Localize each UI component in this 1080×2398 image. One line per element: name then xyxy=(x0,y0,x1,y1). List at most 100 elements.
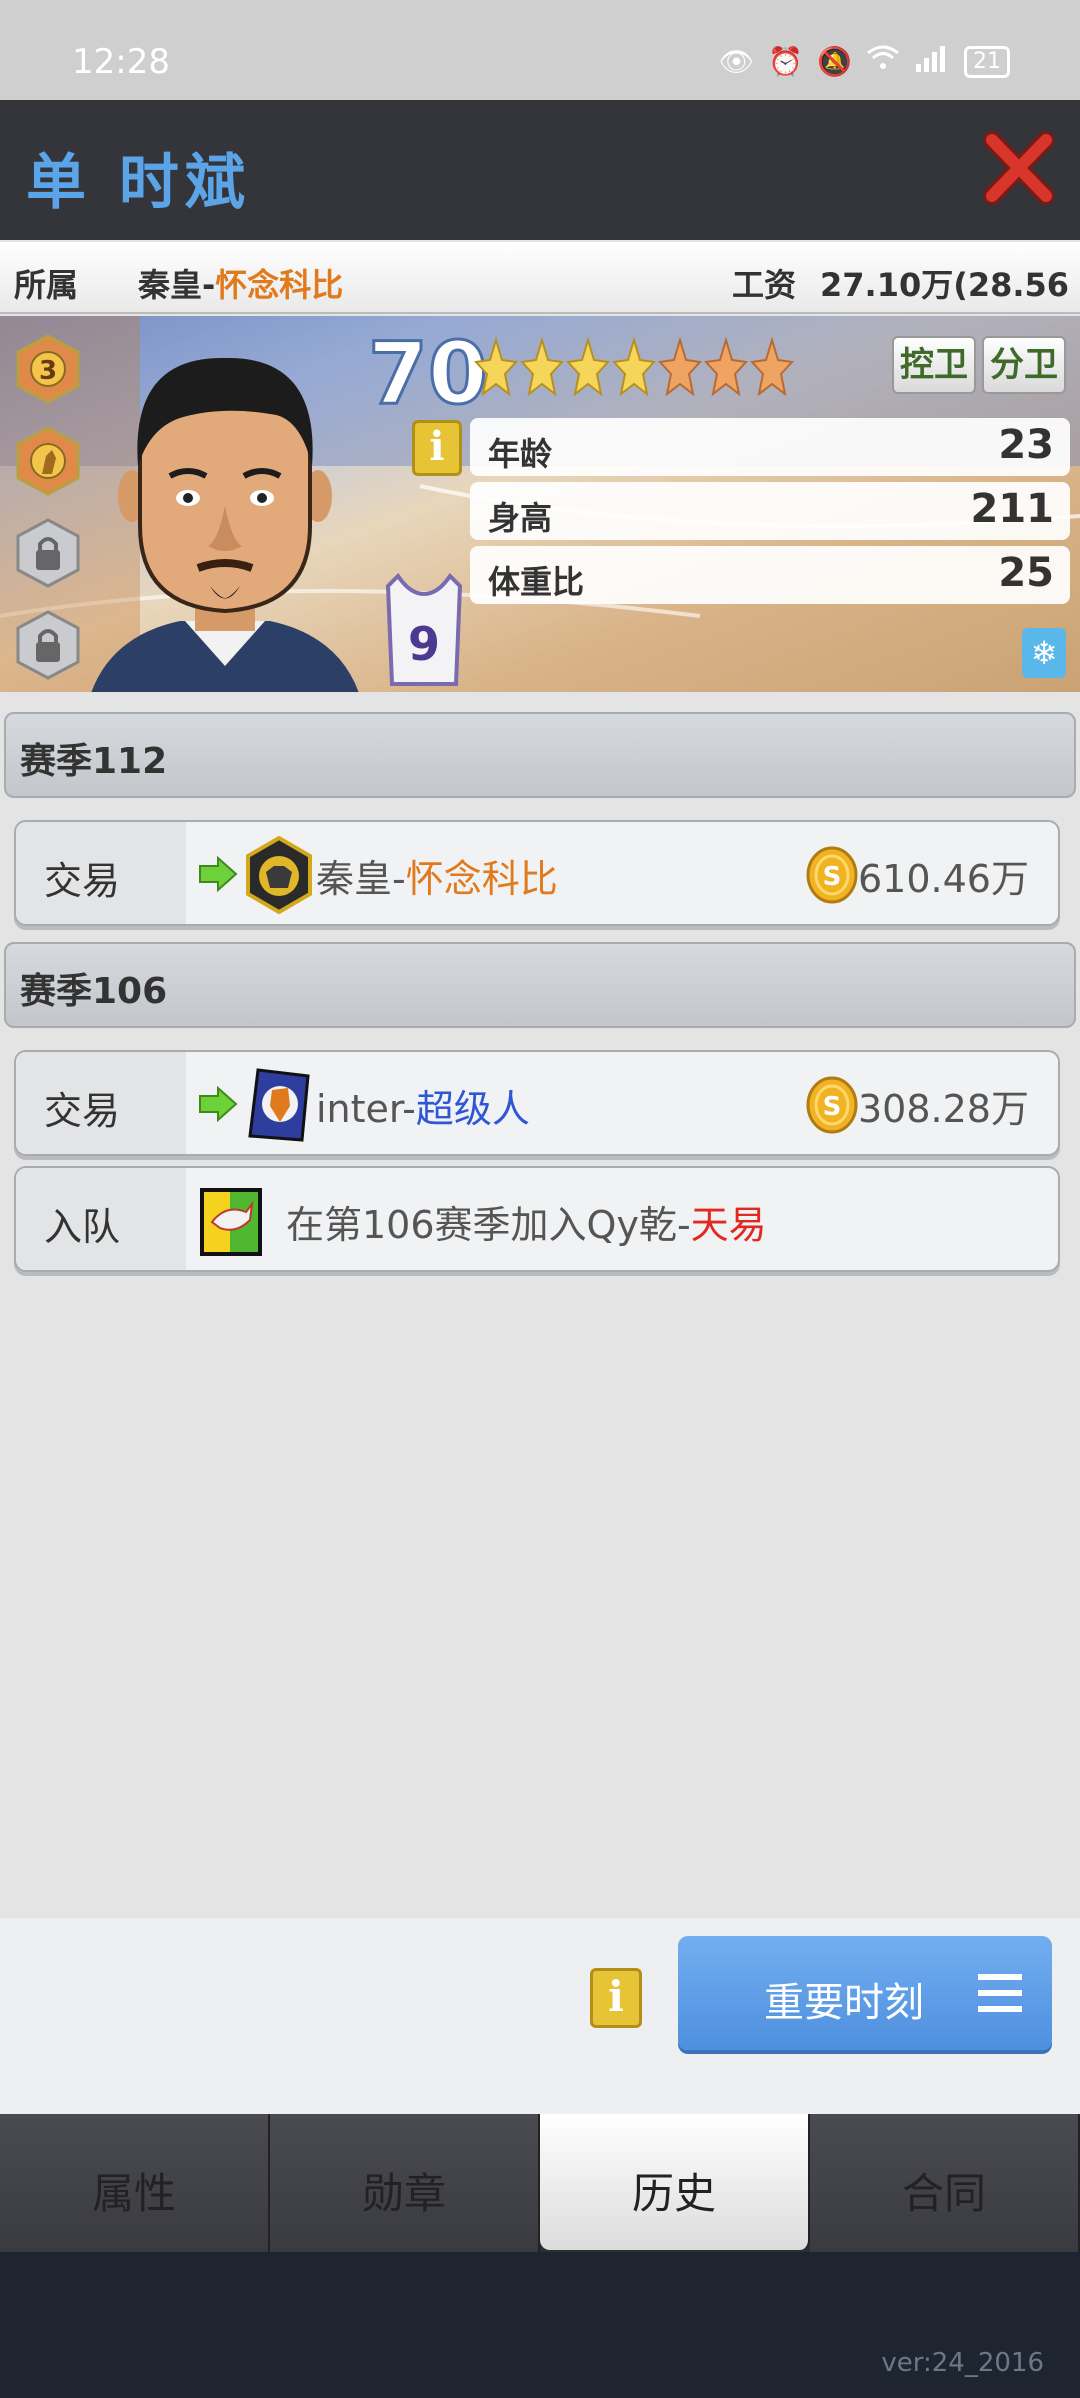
stat-label: 年龄 xyxy=(488,435,553,473)
stat-value: 211 xyxy=(970,486,1055,532)
team-owner: 秦皇 xyxy=(138,266,203,304)
entry-type-cell: 入队 xyxy=(16,1168,186,1270)
entry-separator: - xyxy=(402,1087,416,1131)
close-button[interactable] xyxy=(983,130,1055,206)
info-icon[interactable]: i xyxy=(590,1968,642,2028)
svg-text:S: S xyxy=(823,1092,842,1122)
stat-label: 身高 xyxy=(488,499,553,537)
info-icon[interactable]: i xyxy=(412,420,462,476)
entry-description[interactable]: inter-超级人 xyxy=(316,1078,530,1133)
svg-text:9: 9 xyxy=(408,617,440,671)
tab-attributes[interactable]: 属性 xyxy=(0,2114,270,2252)
history-entry[interactable]: 入队 在第106赛季加入Qy乾-天易 xyxy=(14,1166,1060,1272)
coin-icon: S xyxy=(806,1076,858,1134)
arrow-right-icon xyxy=(199,1086,238,1122)
menu-icon xyxy=(978,1974,1022,2012)
star-rating xyxy=(474,336,794,402)
tab-label: 属性 xyxy=(91,2169,176,2218)
season-title: 赛季112 xyxy=(20,741,168,782)
eye-icon: 👁 xyxy=(718,45,755,78)
star-filled-icon xyxy=(612,336,656,397)
salary-label: 工资 xyxy=(732,266,797,304)
player-header: 单 时斌 xyxy=(0,100,1080,240)
action-bar: i 重要时刻 xyxy=(0,1918,1080,2114)
stat-weight-ratio: 体重比 25 xyxy=(470,546,1070,604)
tab-history[interactable]: 历史 xyxy=(540,2114,810,2250)
entry-type-cell: 交易 xyxy=(16,1052,186,1154)
entry-amount: 610.46万 xyxy=(858,857,1029,901)
entry-owner: inter xyxy=(316,1087,403,1131)
entry-team: 超级人 xyxy=(415,1087,530,1131)
team-separator: - xyxy=(202,266,216,304)
version-label: ver:24_2016 xyxy=(881,2348,1044,2378)
stat-height: 身高 211 xyxy=(470,482,1070,540)
signal-icon xyxy=(914,44,950,79)
entry-separator: - xyxy=(676,1203,691,1247)
entry-type: 交易 xyxy=(44,859,121,903)
status-bar: 12:28 👁 ⏰ 🔕 21 xyxy=(0,0,1080,100)
tab-contract[interactable]: 合同 xyxy=(810,2114,1080,2252)
entry-team: 天易 xyxy=(690,1203,767,1247)
tab-label: 历史 xyxy=(631,2169,716,2218)
player-name: 单 时斌 xyxy=(26,148,251,218)
alarm-icon: ⏰ xyxy=(768,45,804,78)
arrow-right-icon xyxy=(199,856,238,892)
season-header: 赛季112 xyxy=(4,712,1076,798)
season-header: 赛季106 xyxy=(4,942,1076,1028)
entry-type-cell: 交易 xyxy=(16,822,186,924)
wifi-icon xyxy=(866,44,900,79)
stat-age: 年龄 23 xyxy=(470,418,1070,476)
close-icon xyxy=(983,131,1055,205)
status-time: 12:28 xyxy=(72,42,170,82)
stat-value: 25 xyxy=(998,550,1054,596)
entry-text: 在第106赛季加入Qy乾 xyxy=(286,1203,677,1247)
mute-icon: 🔕 xyxy=(817,45,852,78)
snowflake-icon[interactable]: ❄ xyxy=(1022,628,1066,678)
star-filled-icon xyxy=(474,336,518,397)
battery-icon: 21 xyxy=(964,45,1010,78)
svg-text:S: S xyxy=(823,862,842,892)
entry-owner: 秦皇 xyxy=(316,857,393,901)
key-moments-label: 重要时刻 xyxy=(764,1980,924,2026)
entry-team: 怀念科比 xyxy=(405,857,558,901)
key-moments-button[interactable]: 重要时刻 xyxy=(678,1936,1052,2050)
team-logo-icon xyxy=(200,1188,262,1256)
star-filled-icon xyxy=(566,336,610,397)
star-empty-icon xyxy=(704,336,748,397)
player-avatar xyxy=(91,357,359,692)
coin-icon: S xyxy=(806,846,858,904)
team-value[interactable]: 秦皇-怀念科比 xyxy=(138,260,343,306)
entry-separator: - xyxy=(392,857,406,901)
player-info-strip: 所属 秦皇-怀念科比 工资 27.10万(28.56万) xyxy=(0,242,1080,350)
bottom-tabs: 属性 勋章 历史 合同 xyxy=(0,2114,1080,2252)
star-empty-icon xyxy=(750,336,794,397)
position-tag: 控卫 xyxy=(892,336,976,394)
team-label: 所属 xyxy=(14,266,79,304)
stat-value: 23 xyxy=(998,422,1054,468)
team-logo-icon xyxy=(248,1068,310,1142)
history-entry[interactable]: 交易 inter-超级人 S 308.28万 xyxy=(14,1050,1060,1156)
tab-label: 勋章 xyxy=(361,2169,446,2218)
entry-description[interactable]: 秦皇-怀念科比 xyxy=(316,848,558,903)
position-tags: 控卫 分卫 xyxy=(892,336,1066,394)
position-tag: 分卫 xyxy=(982,336,1066,394)
player-banner: 3 9 70 i 控卫 分卫 年龄 23 身高 211 体重比 25 ❄ xyxy=(0,316,1080,692)
entry-amount: 308.28万 xyxy=(858,1087,1029,1131)
stat-label: 体重比 xyxy=(488,563,585,601)
star-empty-icon xyxy=(658,336,702,397)
jersey-icon: 9 xyxy=(385,572,463,686)
svg-text:3: 3 xyxy=(39,356,57,386)
history-entry[interactable]: 交易 秦皇-怀念科比 S 610.46万 xyxy=(14,820,1060,926)
entry-description[interactable]: 在第106赛季加入Qy乾-天易 xyxy=(286,1194,767,1249)
status-icons: 👁 ⏰ 🔕 21 xyxy=(719,44,1010,79)
team-name: 怀念科比 xyxy=(215,266,344,304)
season-title: 赛季106 xyxy=(20,971,168,1012)
footer-nav-background: ver:24_2016 xyxy=(0,2252,1080,2398)
tab-badges[interactable]: 勋章 xyxy=(270,2114,540,2252)
tab-label: 合同 xyxy=(901,2169,986,2218)
entry-type: 入队 xyxy=(44,1205,121,1249)
entry-type: 交易 xyxy=(44,1089,121,1133)
team-logo-icon xyxy=(246,836,312,914)
overall-rating: 70 xyxy=(367,323,490,426)
star-filled-icon xyxy=(520,336,564,397)
